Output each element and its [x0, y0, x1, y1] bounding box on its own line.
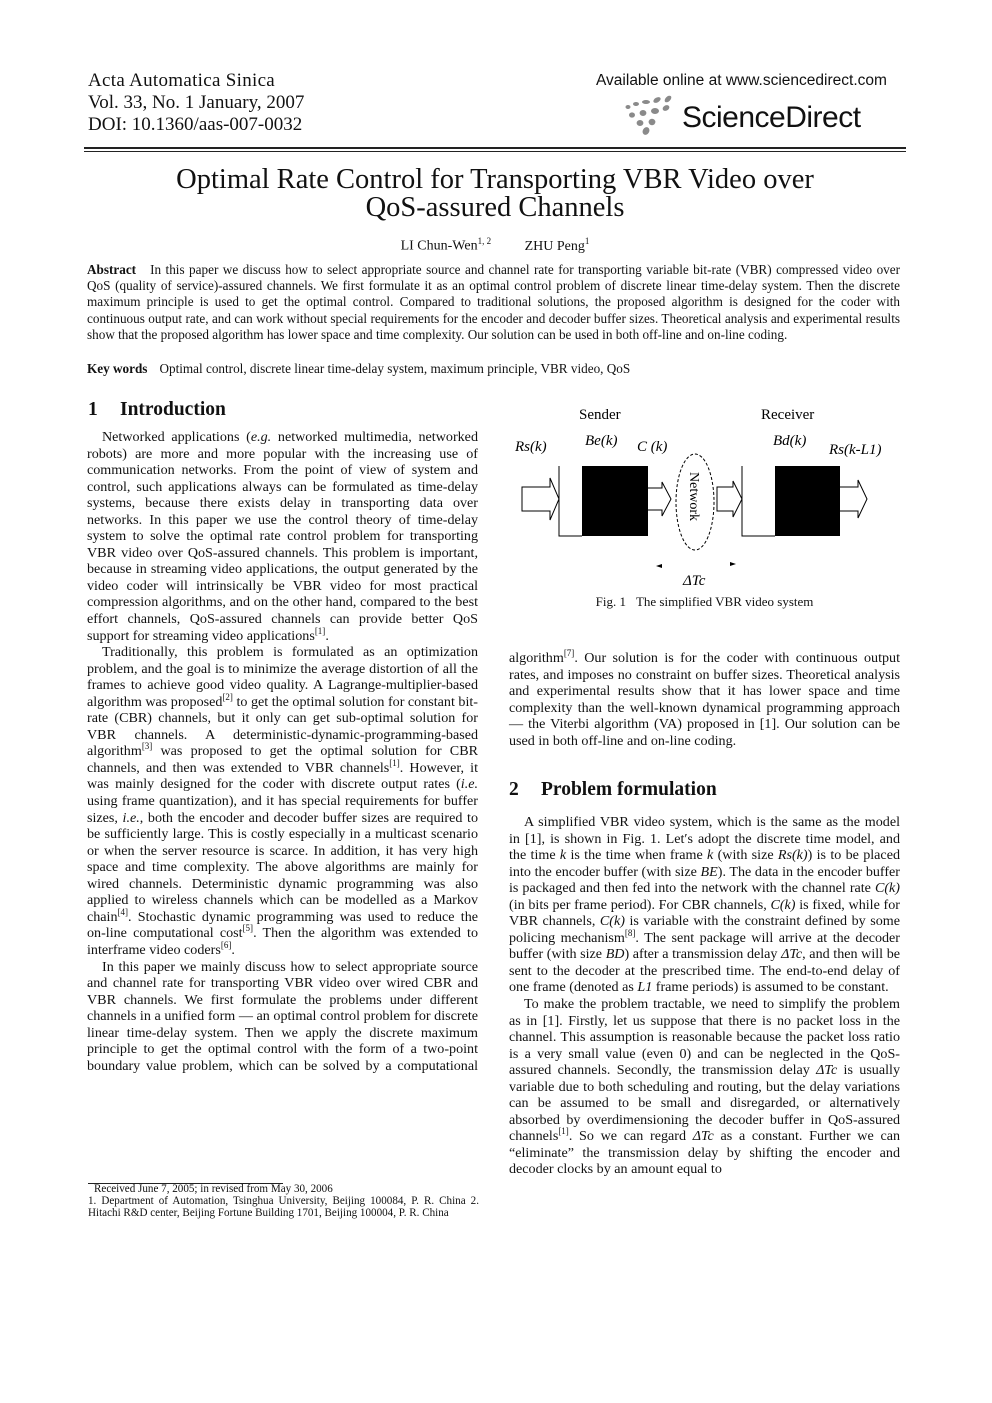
section-number: 1: [88, 399, 98, 420]
sender-label: Sender: [579, 407, 621, 423]
decoder-buffer-outline: [741, 466, 775, 537]
author-affiliation-mark: 1: [584, 236, 590, 246]
keywords-label: Key words: [87, 361, 148, 376]
channel-rate-label: C (k): [637, 439, 667, 455]
figure-caption-text: The simplified VBR video system: [635, 594, 814, 609]
citation: [4]: [117, 906, 129, 917]
author-affiliation-mark: 1, 2: [477, 236, 492, 246]
right-column-intro-continued: algorithm[7]. Our solution is for the co…: [509, 648, 900, 749]
left-column: Networked applications (e.g. networked m…: [87, 429, 478, 1074]
sciencedirect-dots-icon: [625, 95, 672, 135]
keywords: Key words Optimal control, discrete linea…: [87, 361, 900, 377]
citation: [6]: [220, 939, 232, 950]
citation: [8]: [624, 927, 636, 938]
output-arrow: [840, 479, 868, 519]
citation: [1]: [558, 1126, 569, 1137]
citation: [1]: [314, 625, 326, 636]
author-name: LI Chun-Wen: [400, 238, 478, 254]
network-label: Network: [686, 472, 701, 521]
journal-doi: DOI: 10.1360/aas-007-0032: [88, 114, 303, 135]
abstract-label: Abstract: [87, 262, 137, 277]
input-rate-label: Rs(k): [514, 439, 547, 455]
figure-caption: Fig. 1 The simplified VBR video system: [509, 594, 900, 610]
keywords-text: Optimal control, discrete linear time-de…: [159, 361, 631, 376]
section-title: Introduction: [120, 399, 226, 420]
right-column-problem: A simplified VBR video system, which is …: [509, 814, 900, 1178]
footnotes: Received June 7, 2005; in revised from M…: [88, 1183, 479, 1219]
delay-marker-left: [656, 564, 662, 568]
encoder-buffer-outline: [558, 466, 582, 537]
paragraph: Networked applications (e.g. networked m…: [87, 429, 478, 644]
figure-label: Fig. 1: [595, 594, 626, 609]
paragraph: A simplified VBR video system, which is …: [509, 814, 900, 996]
paragraph: To make the problem tractable, we need t…: [509, 996, 901, 1178]
journal-header: Acta Automatica Sinica Vol. 33, No. 1 Ja…: [88, 70, 304, 136]
delay-marker-right: [730, 562, 736, 566]
citation: [1]: [389, 757, 400, 768]
output-rate-label: Rs(k-L1): [828, 442, 882, 458]
author-list: LI Chun-Wen1, 2 ZHU Peng1: [84, 236, 906, 255]
channel-arrow: [648, 481, 672, 517]
header-rule-thin: [84, 151, 906, 152]
paper-title-line-2: QoS-assured Channels: [365, 192, 625, 223]
header-rule: [84, 147, 906, 149]
encoder-buffer-label: Be(k): [585, 433, 617, 449]
paper-title-line-1: Optimal Rate Control for Transporting VB…: [176, 164, 814, 195]
section-number: 2: [509, 779, 519, 800]
paper-title: Optimal Rate Control for Transporting VB…: [84, 164, 906, 223]
journal-volume: Vol. 33, No. 1 January, 2007: [88, 92, 305, 113]
figure-vbr-system: Sender Receiver Rs(k) Be(k) C (k) Bd(k) …: [514, 407, 882, 589]
delay-label: ΔTc: [682, 573, 706, 589]
decoder-buffer-label: Bd(k): [773, 433, 806, 449]
citation: [3]: [141, 741, 153, 752]
receiver-input-arrow: [716, 480, 743, 518]
input-arrow: [521, 477, 560, 521]
paragraph: In this paper we mainly discuss how to s…: [87, 958, 478, 1074]
citation: [7]: [563, 648, 575, 658]
author-name: ZHU Peng: [524, 238, 585, 254]
paragraph: Traditionally, this problem is formulate…: [87, 644, 478, 958]
citation: [2]: [222, 691, 233, 702]
decoder-buffer-fill: [775, 466, 840, 536]
encoder-buffer-fill: [582, 466, 648, 536]
affiliations: 1. Department of Automation, Tsinghua Un…: [88, 1194, 479, 1219]
paragraph: algorithm[7]. Our solution is for the co…: [509, 648, 900, 749]
section-title: Problem formulation: [541, 779, 717, 800]
abstract-text: In this paper we discuss how to select a…: [87, 262, 900, 342]
abstract: Abstract In this paper we discuss how to …: [87, 262, 900, 343]
citation: [5]: [242, 923, 254, 934]
section-heading-problem-formulation: 2 Problem formulation: [509, 779, 717, 801]
sciencedirect-logo: ScienceDirect: [622, 95, 902, 139]
availability-note: Available online at www.sciencedirect.co…: [596, 72, 887, 89]
receiver-label: Receiver: [761, 407, 814, 423]
section-heading-introduction: 1 Introduction: [88, 399, 226, 421]
journal-name: Acta Automatica Sinica: [88, 70, 276, 91]
sciencedirect-wordmark: ScienceDirect: [682, 101, 861, 134]
